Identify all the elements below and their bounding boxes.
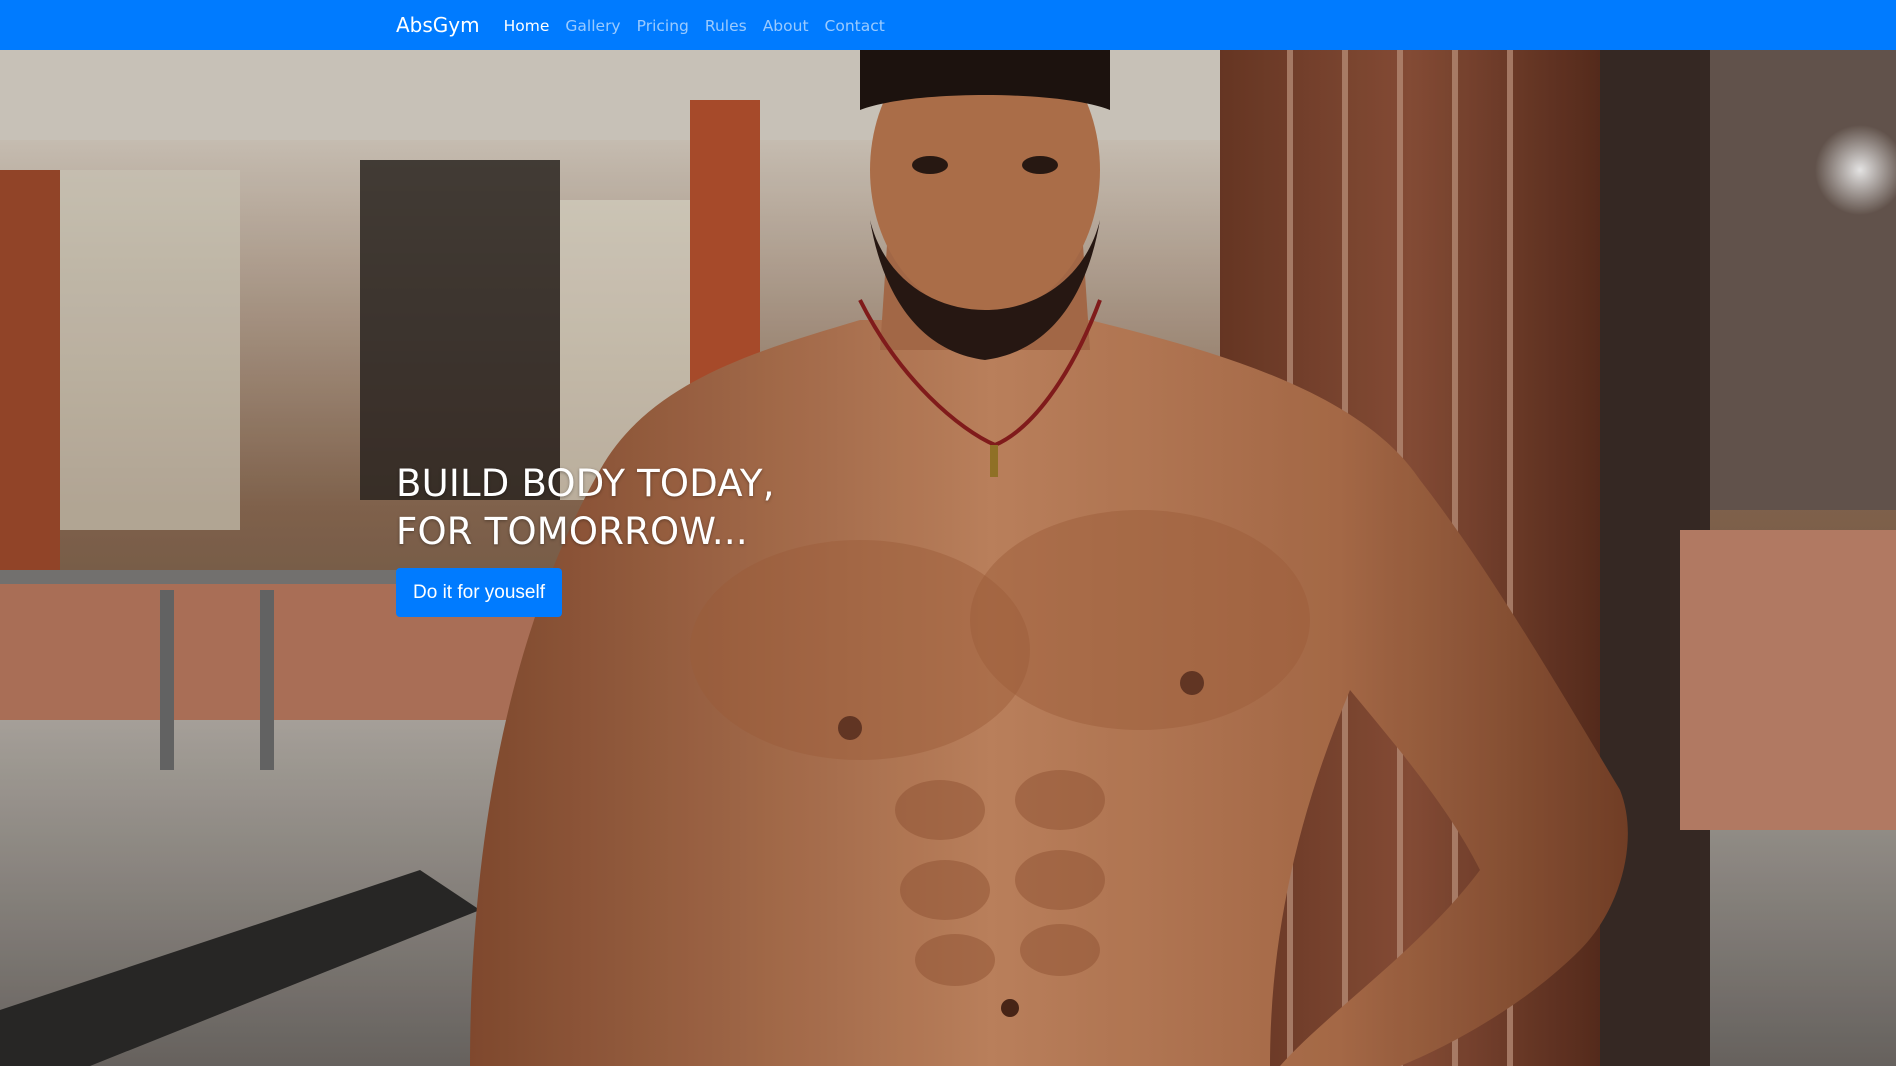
hero-title-line-1: BUILD BODY TODAY, <box>396 462 775 505</box>
nav-item-gallery: Gallery <box>565 16 620 35</box>
nav-link-rules[interactable]: Rules <box>705 17 747 35</box>
hero-section: BUILD BODY TODAY, FOR TOMORROW... Do it … <box>0 50 1896 1066</box>
nav-item-contact: Contact <box>825 16 885 35</box>
nav-link-home[interactable]: Home <box>504 17 550 35</box>
navbar: AbsGym Home Gallery Pricing Rules About … <box>0 0 1896 50</box>
hero-title-line-2: FOR TOMORROW... <box>396 510 748 553</box>
hero-background-image <box>0 50 1896 1066</box>
brand-logo[interactable]: AbsGym <box>396 13 480 37</box>
hero-title: BUILD BODY TODAY, FOR TOMORROW... <box>396 460 775 556</box>
nav-link-gallery[interactable]: Gallery <box>565 17 620 35</box>
cta-button[interactable]: Do it for youself <box>396 568 562 617</box>
nav-links: Home Gallery Pricing Rules About Contact <box>504 16 885 35</box>
nav-link-pricing[interactable]: Pricing <box>637 17 689 35</box>
nav-link-about[interactable]: About <box>763 17 809 35</box>
nav-item-rules: Rules <box>705 16 747 35</box>
hero-content: BUILD BODY TODAY, FOR TOMORROW... Do it … <box>396 460 775 617</box>
nav-item-about: About <box>763 16 809 35</box>
nav-link-contact[interactable]: Contact <box>825 17 885 35</box>
nav-item-pricing: Pricing <box>637 16 689 35</box>
nav-item-home: Home <box>504 16 550 35</box>
